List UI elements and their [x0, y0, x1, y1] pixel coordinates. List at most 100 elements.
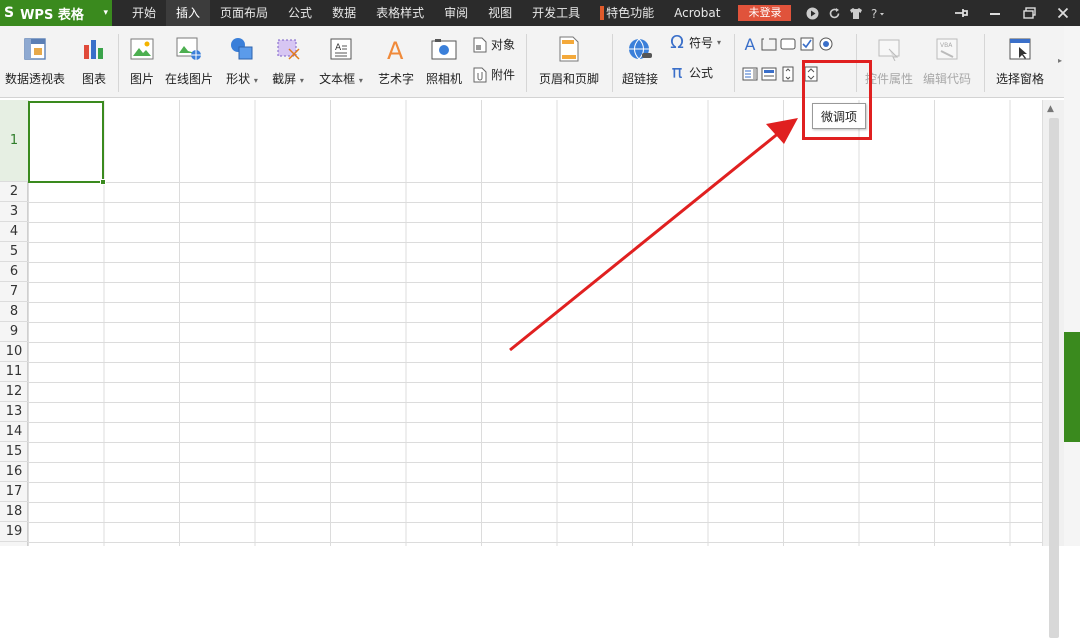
checkbox-control-icon[interactable] [799, 36, 815, 52]
side-panel-toggle[interactable] [1064, 332, 1080, 442]
row-header-6[interactable]: 6 [0, 262, 28, 282]
ribbon-scroll-right-icon[interactable]: ▸ [1058, 56, 1062, 65]
row-header-5[interactable]: 5 [0, 242, 28, 262]
grid-row-line [28, 502, 1042, 503]
scrollbar-thumb[interactable] [1049, 118, 1059, 638]
row-header-16[interactable]: 16 [0, 462, 28, 482]
shapes-label: 形状 ▾ [226, 72, 258, 86]
online-picture-button[interactable]: 在线图片 [162, 26, 216, 87]
camera-button[interactable]: 照相机 [422, 26, 466, 87]
object-label: 对象 [491, 38, 516, 52]
pivot-table-button[interactable]: 数据透视表 [2, 26, 68, 87]
attachment-label: 附件 [491, 68, 516, 82]
title-bar: S WPS 表格 ▾ 开始 插入 页面布局 公式 数据 表格样式 审阅 视图 开… [0, 0, 1080, 26]
radio-control-icon[interactable] [818, 36, 834, 52]
shapes-button[interactable]: 形状 ▾ [222, 26, 262, 87]
equation-button[interactable]: π 公式 [668, 62, 713, 83]
listbox-control-icon[interactable] [742, 66, 758, 82]
selection-pane-label: 选择窗格 [995, 72, 1044, 86]
tab-insert[interactable]: 插入 [166, 0, 211, 26]
row-header-9[interactable]: 9 [0, 322, 28, 342]
vba-code-icon: VBA [934, 36, 960, 62]
cell-grid[interactable] [28, 100, 1042, 546]
picture-button[interactable]: 图片 [126, 26, 158, 87]
tab-data[interactable]: 数据 [322, 0, 366, 26]
chevron-down-icon: ▾ [253, 76, 258, 85]
screenshot-icon [275, 36, 301, 62]
symbol-button[interactable]: Ω 符号 ▾ [668, 32, 721, 53]
close-icon[interactable] [1046, 0, 1080, 26]
row-header-18[interactable]: 18 [0, 502, 28, 522]
tab-special-features-label: 特色功能 [606, 6, 655, 20]
tab-review[interactable]: 审阅 [434, 0, 478, 26]
label-control-icon[interactable]: A [742, 35, 758, 54]
combobox-control-icon[interactable] [761, 66, 777, 82]
picture-label: 图片 [129, 72, 154, 86]
wordart-icon: A [383, 36, 409, 62]
login-button[interactable]: 未登录 [738, 5, 792, 21]
row-header-3[interactable]: 3 [0, 202, 28, 222]
bar-chart-icon [81, 36, 107, 62]
active-cell-a1[interactable] [28, 101, 106, 185]
selection-pane-button[interactable]: 选择窗格 [990, 26, 1050, 87]
restore-icon[interactable] [1012, 0, 1046, 26]
tab-page-layout[interactable]: 页面布局 [210, 0, 278, 26]
ribbon-separator [612, 34, 613, 92]
minimize-icon[interactable] [978, 0, 1012, 26]
play-icon[interactable] [801, 0, 823, 26]
pin-icon[interactable] [944, 0, 978, 26]
pivot-table-label: 数据透视表 [4, 72, 65, 86]
tab-special-features[interactable]: 特色功能 [590, 0, 664, 26]
refresh-icon[interactable] [823, 0, 845, 26]
tab-developer[interactable]: 开发工具 [522, 0, 590, 26]
row-header-10[interactable]: 10 [0, 342, 28, 362]
grid-row-line [28, 182, 1042, 183]
row-header-19[interactable]: 19 [0, 522, 28, 542]
grid-row-line [28, 282, 1042, 283]
side-panel-edge [1064, 26, 1080, 546]
tab-table-style[interactable]: 表格样式 [366, 0, 434, 26]
header-footer-icon [556, 36, 582, 62]
row-header-17[interactable]: 17 [0, 482, 28, 502]
fill-handle[interactable] [100, 179, 106, 185]
app-menu-button[interactable]: S WPS 表格 ▾ [0, 0, 112, 26]
row-header-8[interactable]: 8 [0, 302, 28, 322]
tab-acrobat[interactable]: Acrobat [664, 0, 730, 26]
chevron-down-icon: ▾ [103, 8, 108, 18]
help-icon[interactable]: ? [867, 0, 889, 26]
grid-row-line [28, 262, 1042, 263]
special-features-icon [600, 6, 605, 20]
row-header-15[interactable]: 15 [0, 442, 28, 462]
textbox-button[interactable]: A 文本框 ▾ [314, 26, 368, 87]
tab-formulas[interactable]: 公式 [278, 0, 322, 26]
row-header-1[interactable]: 1 [0, 100, 28, 182]
skin-shirt-icon[interactable] [845, 0, 867, 26]
row-header-12[interactable]: 12 [0, 382, 28, 402]
row-header-7[interactable]: 7 [0, 282, 28, 302]
screenshot-button[interactable]: 截屏 ▾ [268, 26, 308, 87]
hyperlink-button[interactable]: 超链接 [618, 26, 662, 87]
pi-icon: π [671, 62, 683, 83]
tab-view[interactable]: 视图 [478, 0, 522, 26]
edit-code-button[interactable]: VBA 编辑代码 [920, 26, 974, 87]
omega-icon: Ω [670, 32, 684, 53]
groupbox-control-icon[interactable] [761, 36, 777, 52]
chart-button[interactable]: 图表 [76, 26, 112, 87]
object-button[interactable]: 对象 [472, 36, 515, 53]
button-control-icon[interactable] [780, 36, 796, 52]
svg-text:A: A [387, 37, 404, 61]
row-header-13[interactable]: 13 [0, 402, 28, 422]
vertical-scrollbar[interactable]: ▲ [1042, 100, 1064, 638]
attachment-button[interactable]: 附件 [472, 66, 515, 83]
row-header-4[interactable]: 4 [0, 222, 28, 242]
header-footer-button[interactable]: 页眉和页脚 [534, 26, 604, 87]
scroll-up-icon[interactable]: ▲ [1047, 104, 1054, 114]
wordart-button[interactable]: A 艺术字 [374, 26, 418, 87]
pivot-table-icon [22, 36, 48, 62]
row-header-14[interactable]: 14 [0, 422, 28, 442]
row-header-2[interactable]: 2 [0, 182, 28, 202]
grid-row-line [28, 442, 1042, 443]
scrollbar-control-icon[interactable] [780, 66, 796, 82]
row-header-11[interactable]: 11 [0, 362, 28, 382]
tab-home[interactable]: 开始 [122, 0, 166, 26]
